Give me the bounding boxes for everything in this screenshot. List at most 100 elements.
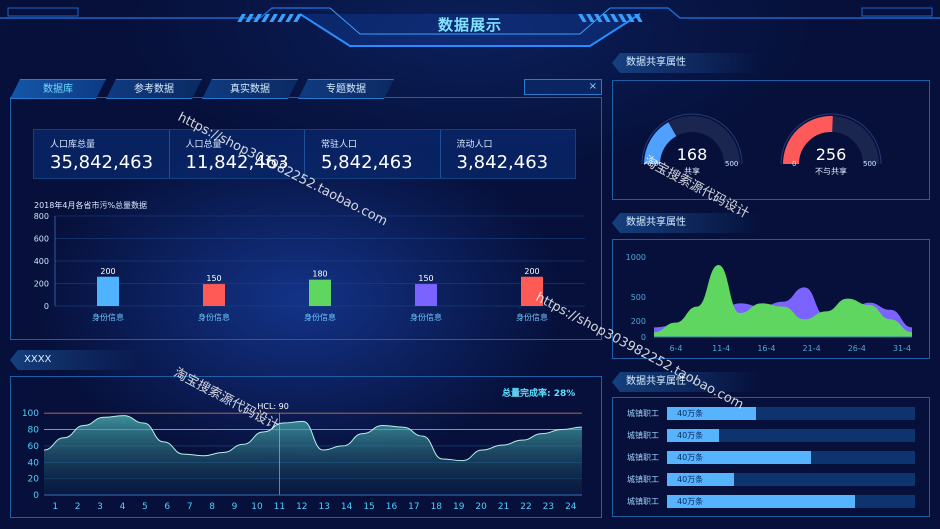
bar xyxy=(97,276,119,306)
y-tick-label: 1000 xyxy=(626,253,646,262)
x-tick-label: 19 xyxy=(453,502,465,512)
x-tick-label: 21 xyxy=(498,502,509,512)
y-tick-label: 20 xyxy=(28,475,40,485)
area-fill xyxy=(44,415,582,495)
x-tick-label: 11-4 xyxy=(712,344,730,353)
bar xyxy=(309,279,331,306)
x-tick-label: 身份信息 xyxy=(410,312,442,322)
progress-track: 40万条 xyxy=(667,473,915,486)
data-label: 150 xyxy=(206,274,221,283)
progress-text: 40万条 xyxy=(677,453,704,462)
x-tick-label: 26-4 xyxy=(848,344,866,353)
x-tick-label: 身份信息 xyxy=(516,312,548,322)
bar xyxy=(415,284,437,306)
section-label-xxxx: XXXX xyxy=(10,350,140,370)
x-tick-label: 15 xyxy=(363,502,374,512)
y-tick-label: 100 xyxy=(22,409,39,419)
progress-label: 城镇职工 xyxy=(627,409,659,418)
progress-row: 城镇职工 40万条 xyxy=(625,407,915,420)
progress-track: 40万条 xyxy=(667,407,915,420)
progress-row: 城镇职工 40万条 xyxy=(625,495,915,508)
progress-row: 城镇职工 40万条 xyxy=(625,473,915,486)
progress-row: 城镇职工 40万条 xyxy=(625,451,915,464)
y-tick-label: 400 xyxy=(34,257,49,266)
x-tick-label: 23 xyxy=(543,502,554,512)
data-label: 200 xyxy=(100,267,115,276)
series-area xyxy=(654,265,912,337)
stat-value: 5,842,463 xyxy=(321,152,413,173)
tab-close-area: × xyxy=(524,79,602,95)
stat-value: 3,842,463 xyxy=(456,152,549,173)
y-tick-label: 0 xyxy=(44,302,49,311)
x-tick-label: 2 xyxy=(75,502,81,512)
x-tick-label: 13 xyxy=(318,502,329,512)
gauge-1-max: 500 xyxy=(725,160,739,168)
progress-text: 40万条 xyxy=(677,431,704,440)
x-tick-label: 3 xyxy=(97,502,103,512)
data-label: 200 xyxy=(524,267,539,276)
progress-row: 城镇职工 40万条 xyxy=(625,429,915,442)
x-tick-label: 7 xyxy=(187,502,193,512)
progress-track: 40万条 xyxy=(667,429,915,442)
x-tick-label: 12 xyxy=(296,502,307,512)
x-tick-label: 8 xyxy=(209,502,215,512)
tab-real-data[interactable]: 真实数据 xyxy=(202,79,298,99)
bottom-area-chart: 020406080100HCL: 901 2 3 4 5 6 7 8 9 10 11 12 13 14 15… xyxy=(22,402,583,512)
tab-database[interactable]: 数据库 xyxy=(10,79,106,99)
stat-value: 35,842,463 xyxy=(50,152,154,173)
progress-text: 40万条 xyxy=(677,409,704,418)
progress-label: 城镇职工 xyxy=(627,453,659,462)
section-label-text: XXXX xyxy=(24,354,52,365)
x-tick-label: 21-4 xyxy=(803,344,821,353)
progress-track: 40万条 xyxy=(667,495,915,508)
close-icon[interactable]: × xyxy=(589,81,597,92)
stat-resident-population: 常驻人口 5,842,463 xyxy=(305,130,441,178)
y-tick-label: 0 xyxy=(33,491,39,501)
x-tick-label: 11 xyxy=(274,502,285,512)
y-tick-label: 80 xyxy=(28,426,40,436)
gauge-2-max: 500 xyxy=(863,160,877,168)
x-tick-label: 14 xyxy=(341,502,353,512)
x-tick-label: 16 xyxy=(386,502,398,512)
y-tick-label: 800 xyxy=(34,212,49,221)
stat-total-population-db: 人口库总量 35,842,463 xyxy=(34,130,170,178)
mountain-area-chart: 1000 500 200 0 6-4 11-4 16-4 21-4 26-4 31-4 xyxy=(626,253,912,353)
tab-topic-data[interactable]: 专题数据 xyxy=(298,79,394,99)
progress-track: 40万条 xyxy=(667,451,915,464)
x-tick-label: 31-4 xyxy=(893,344,911,353)
x-tick-label: 身份信息 xyxy=(198,312,230,322)
x-tick-label: 5 xyxy=(142,502,148,512)
bar xyxy=(203,284,225,306)
progress-label: 城镇职工 xyxy=(627,431,659,440)
x-tick-label: 6-4 xyxy=(669,344,682,353)
gauge-2-value: 256 xyxy=(815,145,847,164)
gauges xyxy=(641,113,882,165)
y-tick-label: 0 xyxy=(641,333,646,342)
x-tick-label: 身份信息 xyxy=(304,312,336,322)
y-tick-label: 40 xyxy=(28,458,40,468)
gauge-2-min: 0 xyxy=(792,160,797,168)
progress-text: 40万条 xyxy=(677,475,704,484)
y-tick-label: 200 xyxy=(34,280,49,289)
tab-reference-data[interactable]: 参考数据 xyxy=(106,79,202,99)
progress-text: 40万条 xyxy=(677,497,704,506)
x-tick-label: 18 xyxy=(431,502,443,512)
x-tick-label: 24 xyxy=(565,502,577,512)
stat-label: 常驻人口 xyxy=(321,140,358,150)
y-tick-label: 60 xyxy=(28,442,40,452)
data-label: 150 xyxy=(418,274,433,283)
data-label: 180 xyxy=(312,270,327,279)
x-tick-label: 20 xyxy=(475,502,487,512)
tab-bar: 数据库 参考数据 真实数据 专题数据 xyxy=(10,79,520,99)
section-label-text: 数据共享属性 xyxy=(626,217,686,228)
stat-label: 人口库总量 xyxy=(50,140,96,150)
bar-chart: 0 200 400 600 800 200 身份信息 150 身份信息 180 身份信息 150 身份信… xyxy=(34,212,585,322)
y-tick-label: 500 xyxy=(631,293,646,302)
section-label-share-1: 数据共享属性 xyxy=(612,53,762,73)
progress-label: 城镇职工 xyxy=(627,497,659,506)
x-tick-label: 1 xyxy=(52,502,58,512)
x-tick-label: 22 xyxy=(520,502,531,512)
progress-label: 城镇职工 xyxy=(627,475,659,484)
x-tick-label: 6 xyxy=(164,502,170,512)
gauge-2-label: 不与共享 xyxy=(815,167,847,176)
